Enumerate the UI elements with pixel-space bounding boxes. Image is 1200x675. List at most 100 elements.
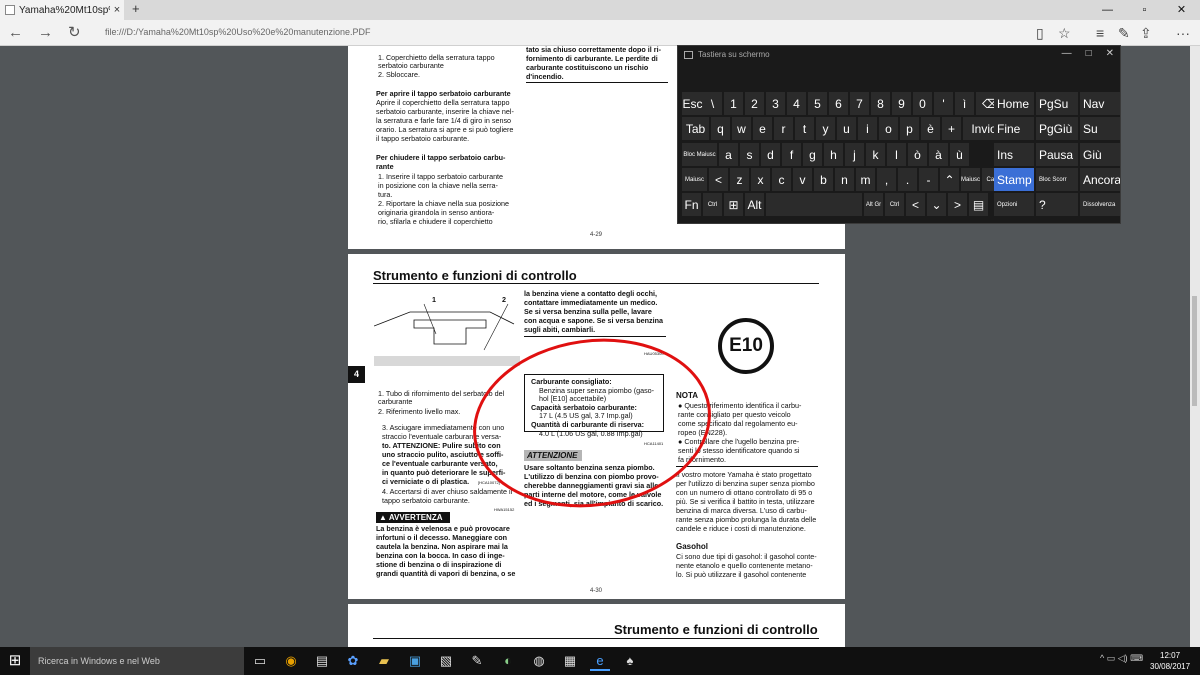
key-1-9[interactable]: o [879,117,898,140]
key-2-4[interactable]: f [782,143,801,166]
key-0-9[interactable]: 8 [871,92,890,115]
key-0-2[interactable]: 1 [724,92,743,115]
back-arrow-icon[interactable]: ← [8,23,23,43]
nav-key-0-1[interactable]: PgSu [1036,92,1078,115]
minimize-button[interactable]: — [1089,0,1126,20]
calculator-icon[interactable]: ▦ [560,651,580,671]
key-4-7[interactable]: < [906,193,925,216]
windows-start-icon[interactable]: ⊞ [0,647,30,675]
key-3-11[interactable]: - [919,168,938,191]
key-0-5[interactable]: 4 [787,92,806,115]
photos-icon[interactable]: ▧ [436,651,456,671]
key-4-2[interactable]: ⊞ [724,193,743,216]
key-0-0[interactable]: Esc [682,92,703,115]
key-3-3[interactable]: x [751,168,770,191]
key-0-4[interactable]: 3 [766,92,785,115]
nav-key-3-1[interactable]: Bloc Scorr [1036,168,1078,191]
key-1-7[interactable]: u [837,117,856,140]
reading-view-icon[interactable]: ▯ [1036,23,1044,43]
hub-menu-icon[interactable]: ≡ [1096,23,1104,43]
key-3-7[interactable]: n [835,168,854,191]
key-2-2[interactable]: s [740,143,759,166]
app-icon[interactable]: ✎ [467,651,487,671]
key-4-3[interactable]: Alt [745,193,764,216]
edge-icon[interactable]: e [590,651,610,671]
key-0-10[interactable]: 9 [892,92,911,115]
scrollbar-thumb[interactable] [1192,296,1197,406]
close-window-button[interactable]: ✕ [1163,0,1200,20]
key-3-0[interactable]: Maiusc [682,168,707,191]
nav-key-2-0[interactable]: Ins [994,143,1034,166]
key-2-11[interactable]: à [929,143,948,166]
key-1-1[interactable]: q [711,117,730,140]
app-icon[interactable]: ▣ [405,651,425,671]
nav-key-4-0[interactable]: Opzioni [994,193,1034,216]
nav-key-0-0[interactable]: Home [994,92,1034,115]
key-0-12[interactable]: ' [934,92,953,115]
key-1-12[interactable]: + [942,117,961,140]
clock[interactable]: 12:07 30/08/2017 [1150,650,1190,672]
key-4-8[interactable]: ⌄ [927,193,946,216]
key-0-7[interactable]: 6 [829,92,848,115]
more-options-icon[interactable]: ··· [1176,23,1190,43]
browser-tab[interactable]: Yamaha%20Mt10sp%20L × [0,0,124,20]
key-1-0[interactable]: Tab [682,117,709,140]
on-screen-keyboard[interactable]: Tastiera su schermo — □ ✕ Esc \ 1 2 3 4 5 6 7 8 9 0… [677,45,1121,224]
nav-key-4-1[interactable]: ? [1036,193,1078,216]
key-2-6[interactable]: h [824,143,843,166]
solitaire-icon[interactable]: ♠ [620,651,640,671]
key-3-5[interactable]: v [793,168,812,191]
keyboard-minimize-button[interactable]: — [1062,48,1072,59]
taskbar-search[interactable]: Ricerca in Windows e nel Web [30,647,244,675]
key-3-2[interactable]: z [730,168,749,191]
key-0-6[interactable]: 5 [808,92,827,115]
key-4-5[interactable]: Alt Gr [864,193,883,216]
key-3-4[interactable]: c [772,168,791,191]
task-view-icon[interactable]: ▭ [250,651,270,671]
key-0-11[interactable]: 0 [913,92,932,115]
nav-key-1-0[interactable]: Fine [994,117,1034,140]
key-1-5[interactable]: t [795,117,814,140]
key-4-0[interactable]: Fn [682,193,701,216]
key-3-1[interactable]: < [709,168,728,191]
key-2-1[interactable]: a [719,143,738,166]
keyboard-close-button[interactable]: ✕ [1106,48,1114,59]
key-0-13[interactable]: ì [955,92,974,115]
key-4-9[interactable]: > [948,193,967,216]
url-field[interactable]: file:///D:/Yamaha%20Mt10sp%20Uso%20e%20m… [105,27,370,37]
maximize-button[interactable]: ▫ [1126,0,1163,20]
nav-key-2-2[interactable]: Giù [1080,143,1120,166]
key-3-6[interactable]: b [814,168,833,191]
key-3-9[interactable]: , [877,168,896,191]
media-icon[interactable]: ◐ [498,651,518,671]
key-2-10[interactable]: ò [908,143,927,166]
key-2-0[interactable]: Bloc Maiusc [682,143,717,166]
key-4-6[interactable]: Ctrl [885,193,904,216]
key-2-3[interactable]: d [761,143,780,166]
key-1-10[interactable]: p [900,117,919,140]
app-icon[interactable]: ◍ [529,651,549,671]
scrollbar[interactable] [1190,46,1200,647]
key-3-10[interactable]: . [898,168,917,191]
key-1-8[interactable]: i [858,117,877,140]
nav-key-4-2[interactable]: Dissolvenza [1080,193,1120,216]
app-icon[interactable]: ▤ [312,651,332,671]
key-1-4[interactable]: r [774,117,793,140]
key-2-12[interactable]: ù [950,143,969,166]
key-3-8[interactable]: m [856,168,875,191]
favorite-star-icon[interactable]: ☆ [1058,23,1071,43]
key-1-3[interactable]: e [753,117,772,140]
key-3-12[interactable]: ⌃ [940,168,959,191]
web-note-icon[interactable]: ✎ [1118,23,1130,43]
key-3-13[interactable]: Maiusc [961,168,980,191]
key-0-3[interactable]: 2 [745,92,764,115]
forward-arrow-icon[interactable]: → [38,23,53,43]
key-2-5[interactable]: g [803,143,822,166]
file-explorer-icon[interactable]: ▰ [374,651,394,671]
key-0-1[interactable]: \ [703,92,722,115]
nav-key-3-2[interactable]: Ancora [1080,168,1120,191]
system-tray[interactable]: ^ ▭ ◁) ⌨ [1100,653,1143,664]
key-2-9[interactable]: l [887,143,906,166]
settings-icon[interactable]: ✿ [343,651,363,671]
refresh-icon[interactable]: ↻ [68,23,81,43]
